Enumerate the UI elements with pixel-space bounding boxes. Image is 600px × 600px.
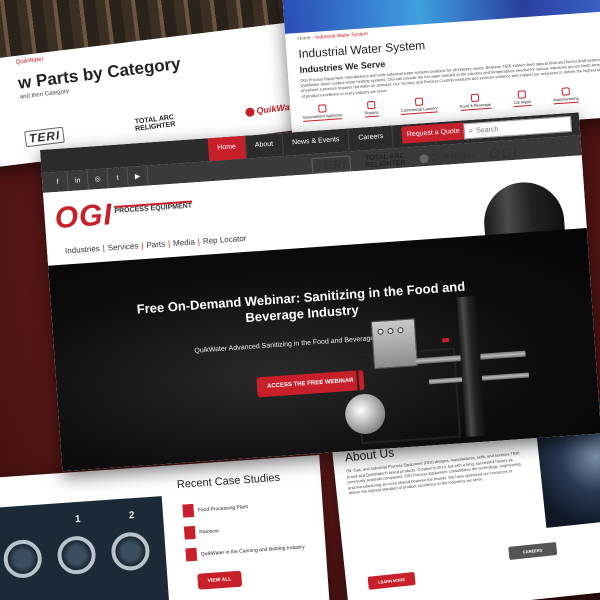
ogi-logo-text: OGI: [53, 198, 114, 236]
subnav-parts[interactable]: Parts: [146, 240, 165, 250]
quikwater-logo[interactable]: QuikWater: [419, 150, 475, 164]
teri-logo[interactable]: TERI: [311, 155, 352, 175]
nav-home[interactable]: Home: [207, 135, 247, 162]
teri-logo[interactable]: TERI: [24, 126, 66, 148]
laundry-photo: 1 2: [0, 496, 171, 600]
ogi-logo-subtext: PROCESS EQUIPMENT: [114, 200, 193, 215]
industry-icon: [366, 100, 376, 110]
pipe-column: [456, 295, 487, 437]
quikwater-logo-text: QuikWater: [429, 149, 476, 163]
washer-icon: [110, 531, 151, 572]
totalarc-line2: RELIGHTER: [364, 159, 406, 170]
control-cabinet: [370, 318, 418, 370]
washer-icon: [56, 534, 97, 576]
hero-subtitle: QuikWater Advanced Sanitizing in the Foo…: [194, 333, 402, 355]
washer-number: 2: [128, 510, 135, 522]
case-study-item[interactable]: QuikWater in the Canning and Bottling In…: [185, 540, 305, 562]
breadcrumb-separator: ›: [311, 34, 315, 42]
industry-icon: [517, 90, 526, 99]
industry-underline: [513, 104, 532, 107]
twitter-icon[interactable]: t: [107, 166, 129, 189]
subnav-separator: |: [141, 241, 144, 251]
subnav-separator: |: [167, 239, 171, 249]
nav-careers[interactable]: Careers: [348, 125, 395, 152]
search-input[interactable]: [475, 120, 565, 135]
case-study-label: Rainbow: [199, 527, 219, 536]
industry-item[interactable]: Commercial Laundry: [400, 96, 438, 115]
industry-item[interactable]: Pharma: [364, 100, 379, 118]
careers-button[interactable]: CAREERS: [508, 542, 557, 560]
washer-number: 1: [74, 513, 82, 526]
case-studies-title: Recent Case Studies: [176, 471, 281, 491]
nav-about[interactable]: About: [245, 133, 284, 159]
industry-label: Pharma: [364, 109, 379, 116]
industry-underline: [364, 115, 379, 118]
industry-icon: [317, 103, 327, 113]
pdf-icon: [182, 503, 195, 518]
hero-banner: Free On-Demand Webinar: Sanitizing in th…: [48, 228, 600, 472]
instagram-icon[interactable]: ◎: [87, 168, 109, 190]
case-study-item[interactable]: Rainbow: [183, 524, 219, 540]
industry-icon: [561, 86, 570, 96]
pdf-icon: [185, 547, 198, 562]
quikwater-drop-icon: [419, 153, 429, 164]
homepage-screen: Home About News & Events Careers Contact…: [40, 112, 600, 472]
subnav-separator: |: [102, 243, 106, 253]
totalarc-logo[interactable]: TOTAL ARC RELIGHTER: [365, 153, 406, 170]
pdf-icon: [183, 525, 196, 540]
case-study-label: Food Processing Plant: [197, 503, 249, 514]
totalarc-logo[interactable]: TOTAL ARC RELIGHTER: [134, 114, 175, 133]
subnav-separator: |: [197, 237, 201, 247]
industry-item[interactable]: Government Agencies: [302, 103, 343, 122]
case-study-label: QuikWater in the Canning and Bottling In…: [200, 543, 305, 557]
linkedin-icon[interactable]: in: [67, 169, 89, 192]
view-all-button[interactable]: VIEW ALL: [197, 570, 242, 590]
ogi-logo-small[interactable]: OGI: [488, 144, 518, 162]
facebook-icon[interactable]: f: [47, 171, 69, 193]
search-icon[interactable]: ⌕: [468, 126, 473, 136]
case-study-item[interactable]: Food Processing Plant: [182, 500, 248, 518]
washer-icon: [2, 538, 44, 580]
hero-title: Free On-Demand Webinar: Sanitizing in th…: [136, 278, 466, 326]
breadcrumb-current: Industrial Water System: [315, 31, 369, 41]
breadcrumb-home[interactable]: Home: [297, 35, 311, 42]
access-webinar-button[interactable]: ACCESS THE FREE WEBINAR: [256, 370, 365, 398]
red-label: [442, 337, 450, 343]
youtube-icon[interactable]: ▶: [127, 165, 149, 187]
case-studies-card: 1 2 Recent Case Studies Food Processing …: [0, 454, 330, 600]
industry-item[interactable]: Food & Beverage: [459, 92, 492, 111]
industry-item[interactable]: Manufacturing: [553, 86, 580, 105]
learn-more-button[interactable]: LEARN MORE: [367, 571, 416, 590]
industry-item[interactable]: Car Wash: [513, 90, 532, 107]
industry-icon: [470, 93, 480, 102]
subnav-media[interactable]: Media: [173, 237, 195, 247]
quikwater-drop-icon: [245, 106, 256, 117]
industry-icon: [414, 97, 424, 106]
